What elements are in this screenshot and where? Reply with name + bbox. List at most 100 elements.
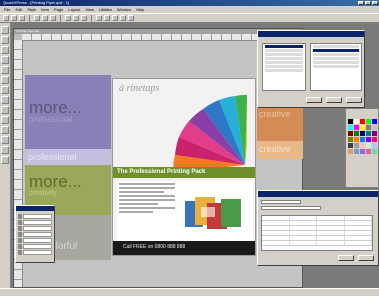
picture-tool-icon[interactable] <box>112 15 118 21</box>
redo-icon[interactable] <box>73 15 79 21</box>
close-button[interactable]: × <box>372 1 378 5</box>
color-swatch[interactable] <box>354 119 359 124</box>
dialog-ok-button[interactable] <box>326 97 342 103</box>
maximize-button[interactable]: □ <box>365 1 371 5</box>
professional-strip-text: professional <box>28 152 77 162</box>
color-swatch[interactable] <box>360 125 365 130</box>
color-swatch[interactable] <box>360 143 365 148</box>
menu-help[interactable]: Help <box>136 7 144 12</box>
flyer-footer[interactable]: Call FREE on 0800 888 888 <box>113 241 255 255</box>
layer-row[interactable] <box>18 220 52 225</box>
text-tool-icon[interactable] <box>104 15 110 21</box>
color-swatch[interactable] <box>348 137 353 142</box>
oval-tool-icon[interactable] <box>1 86 9 94</box>
color-swatch[interactable] <box>366 137 371 142</box>
color-swatch[interactable] <box>366 125 371 130</box>
menu-style[interactable]: Style <box>27 7 36 12</box>
flyer-page[interactable]: á rinetaps The Professional Printing Pac… <box>112 78 256 256</box>
save-icon[interactable] <box>19 15 25 21</box>
unlinking-tool-icon[interactable] <box>1 136 9 144</box>
text-box-tool-icon[interactable] <box>1 66 9 74</box>
color-swatch[interactable] <box>366 143 371 148</box>
minimize-button[interactable]: _ <box>358 1 364 5</box>
properties-ok-button[interactable] <box>338 255 354 261</box>
rotate-tool-icon[interactable] <box>1 46 9 54</box>
properties-table[interactable] <box>261 215 373 251</box>
layer-row[interactable] <box>18 244 52 249</box>
content-tool-icon[interactable] <box>1 36 9 44</box>
layer-row[interactable] <box>18 250 52 255</box>
dialog-list-left[interactable] <box>262 43 306 91</box>
peach-strip[interactable]: creative <box>257 141 303 159</box>
dialog-cancel-button[interactable] <box>346 97 362 103</box>
text-path-tool-icon[interactable] <box>1 116 9 124</box>
print-icon[interactable] <box>81 15 87 21</box>
link-tool-icon[interactable] <box>128 15 134 21</box>
color-swatch[interactable] <box>372 149 377 154</box>
pan-tool-icon[interactable] <box>1 156 9 164</box>
new-document-icon[interactable] <box>3 15 9 21</box>
undo-icon[interactable] <box>65 15 71 21</box>
color-swatch[interactable] <box>348 143 353 148</box>
open-icon[interactable] <box>11 15 17 21</box>
menu-file[interactable]: File <box>4 7 10 12</box>
color-swatch[interactable] <box>348 149 353 154</box>
color-swatch[interactable] <box>360 149 365 154</box>
line-tool-icon[interactable] <box>120 15 126 21</box>
color-swatch[interactable] <box>354 143 359 148</box>
item-tool-icon[interactable] <box>1 26 9 34</box>
menu-layout[interactable]: Layout <box>68 7 80 12</box>
table-tool-icon[interactable] <box>1 146 9 154</box>
linking-tool-icon[interactable] <box>1 126 9 134</box>
line-tool-icon[interactable] <box>1 106 9 114</box>
color-swatch[interactable] <box>360 119 365 124</box>
menu-item[interactable]: Item <box>41 7 49 12</box>
color-swatch[interactable] <box>366 131 371 136</box>
layer-row[interactable] <box>18 238 52 243</box>
headline-banner[interactable]: The Professional Printing Pack <box>113 167 255 178</box>
dialog-list-right[interactable] <box>310 43 362 91</box>
zoom-icon[interactable] <box>96 15 102 21</box>
paste-icon[interactable] <box>50 15 56 21</box>
color-swatch[interactable] <box>372 125 377 130</box>
color-swatch[interactable] <box>354 149 359 154</box>
bezier-tool-icon[interactable] <box>1 96 9 104</box>
properties-field[interactable] <box>261 200 301 204</box>
orange-panel[interactable]: creative <box>257 105 303 141</box>
copy-icon[interactable] <box>42 15 48 21</box>
settings-dialog <box>257 30 365 108</box>
dialog-button-1[interactable] <box>306 97 322 103</box>
color-swatch[interactable] <box>354 125 359 130</box>
layer-row[interactable] <box>18 214 52 219</box>
color-swatch[interactable] <box>360 131 365 136</box>
color-swatch[interactable] <box>366 119 371 124</box>
menu-view[interactable]: View <box>85 7 94 12</box>
color-swatch[interactable] <box>348 131 353 136</box>
cut-icon[interactable] <box>34 15 40 21</box>
color-swatch[interactable] <box>372 131 377 136</box>
zoom-tool-icon[interactable] <box>1 56 9 64</box>
menu-edit[interactable]: Edit <box>15 7 22 12</box>
flyer-body[interactable] <box>117 181 253 241</box>
color-swatch[interactable] <box>348 119 353 124</box>
layer-row[interactable] <box>18 232 52 237</box>
properties-field-2[interactable] <box>261 206 321 210</box>
picture-box-tool-icon[interactable] <box>1 76 9 84</box>
color-swatch[interactable] <box>372 137 377 142</box>
menu-window[interactable]: Window <box>117 7 131 12</box>
color-swatch[interactable] <box>354 131 359 136</box>
color-swatch[interactable] <box>366 149 371 154</box>
color-swatch[interactable] <box>348 125 353 130</box>
color-swatch[interactable] <box>360 137 365 142</box>
color-swatch[interactable] <box>372 143 377 148</box>
menu-page[interactable]: Page <box>54 7 63 12</box>
purple-panel[interactable]: more... professional <box>25 75 111 149</box>
layer-row[interactable] <box>18 226 52 231</box>
menu-utilities[interactable]: Utilities <box>99 7 112 12</box>
lilac-strip[interactable]: professional <box>25 149 111 165</box>
color-swatch[interactable] <box>354 137 359 142</box>
brochure-stack-image <box>185 197 241 229</box>
properties-cancel-button[interactable] <box>358 255 374 261</box>
dialog-title-bar <box>258 31 364 37</box>
color-swatch[interactable] <box>372 119 377 124</box>
